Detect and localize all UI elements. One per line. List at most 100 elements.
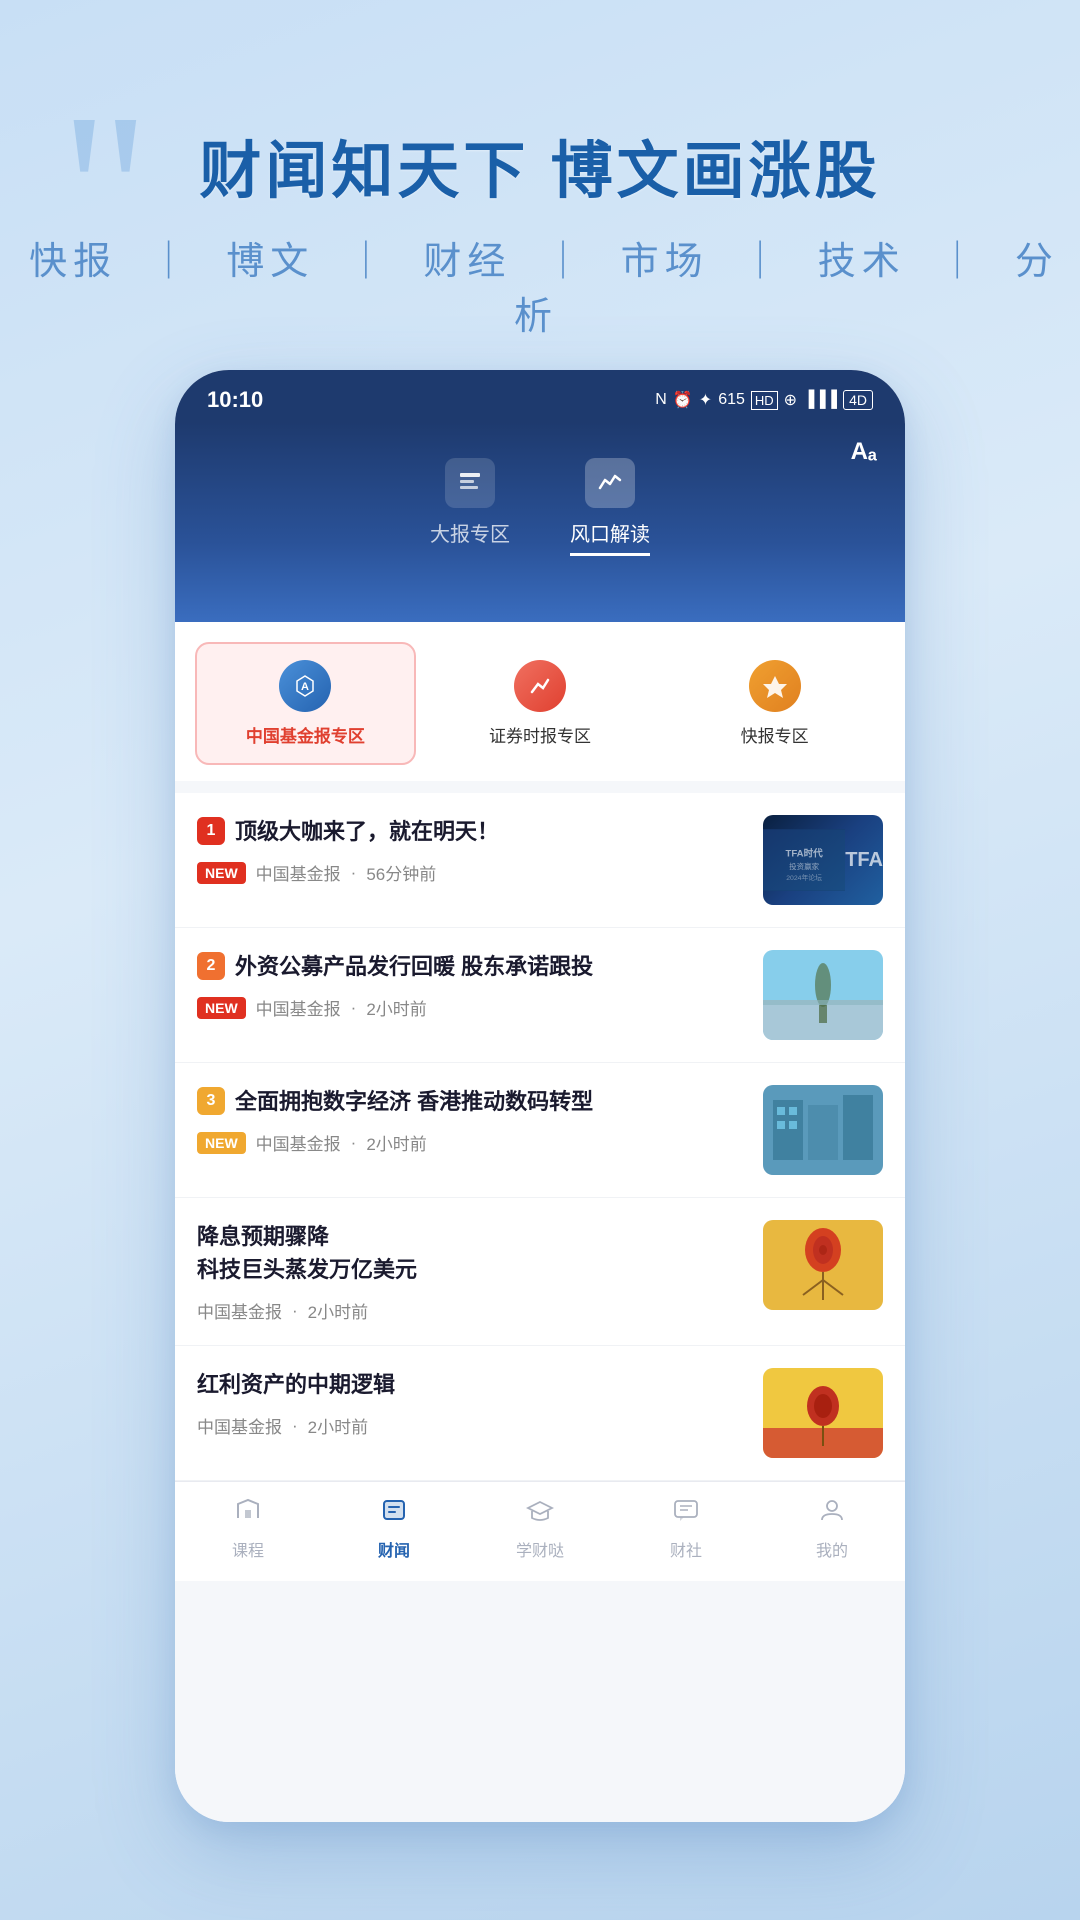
jijin-icon: A (279, 660, 331, 712)
status-icons: N ⏰ ✦ 615 HD ⊕ ▐▐▐ 4D (655, 390, 873, 410)
status-bar: 10:10 N ⏰ ✦ 615 HD ⊕ ▐▐▐ 4D (175, 370, 905, 422)
phone-content: A 中国基金报专区 证券时报专区 快报专区 (175, 622, 905, 1822)
news-item-3[interactable]: 3 全面拥抱数字经济 香港推动数码转型 NEW 中国基金报 · 2小时前 (175, 1063, 905, 1198)
news-time-2: 2小时前 (366, 995, 426, 1020)
phone-mockup: 10:10 N ⏰ ✦ 615 HD ⊕ ▐▐▐ 4D Aₐ (175, 370, 905, 1822)
news-source-4: 中国基金报 (197, 1298, 282, 1323)
svg-text:2024年论坛: 2024年论坛 (786, 873, 822, 882)
news-source-2: 中国基金报 (256, 995, 341, 1020)
nav-caiwen[interactable]: 财闻 (321, 1496, 467, 1561)
news-thumb-4 (763, 1220, 883, 1310)
news-thumb-3 (763, 1085, 883, 1175)
news-source-3: 中国基金报 (256, 1130, 341, 1155)
news-main-1: 1 顶级大咖来了，就在明天！ NEW 中国基金报 · 56分钟前 (197, 815, 747, 885)
news-item-4[interactable]: 降息预期骤降科技巨头蒸发万亿美元 中国基金报 · 2小时前 (175, 1198, 905, 1346)
daibao-label: 大报专区 (430, 518, 510, 547)
header-nav-tabs: 大报专区 风口解读 (199, 438, 881, 556)
subtitle-sep2: ｜ (347, 241, 391, 283)
news-title-row-2: 2 外资公募产品发行回暖 股东承诺跟投 (197, 950, 747, 983)
category-tabs: A 中国基金报专区 证券时报专区 快报专区 (175, 622, 905, 781)
nav-study[interactable]: 学财哒 (467, 1496, 613, 1561)
news-meta-1: NEW 中国基金报 · 56分钟前 (197, 860, 747, 885)
cat-tab-jijin[interactable]: A 中国基金报专区 (195, 642, 416, 765)
news-rank-3: 3 (197, 1087, 225, 1115)
caiwen-icon (380, 1496, 408, 1531)
news-main-5: 红利资产的中期逻辑 中国基金报 · 2小时前 (197, 1368, 747, 1438)
news-title-5: 红利资产的中期逻辑 (197, 1368, 747, 1401)
bottom-nav: 课程 财闻 (175, 1481, 905, 1581)
fengkou-label: 风口解读 (570, 518, 650, 556)
kuaibao-icon (749, 660, 801, 712)
news-list: 1 顶级大咖来了，就在明天！ NEW 中国基金报 · 56分钟前 (175, 793, 905, 1481)
news-title-2: 外资公募产品发行回暖 股东承诺跟投 (235, 950, 747, 983)
nav-caisha-label: 财社 (670, 1537, 702, 1561)
news-title-row-4: 降息预期骤降科技巨头蒸发万亿美元 (197, 1220, 747, 1286)
news-item-1[interactable]: 1 顶级大咖来了，就在明天！ NEW 中国基金报 · 56分钟前 (175, 793, 905, 928)
svg-text:A: A (301, 681, 309, 693)
subtitle-sep3: ｜ (544, 241, 588, 283)
new-badge-2: NEW (197, 997, 246, 1019)
kuaibao-label: 快报专区 (741, 722, 809, 747)
nav-caisha[interactable]: 财社 (613, 1496, 759, 1561)
news-thumb-1: TFA时代 投资赢家 2024年论坛 (763, 815, 883, 905)
caisha-icon (672, 1496, 700, 1531)
subtitle-shichang: 市场 (621, 241, 709, 283)
news-title-3: 全面拥抱数字经济 香港推动数码转型 (235, 1085, 747, 1118)
news-main-3: 3 全面拥抱数字经济 香港推动数码转型 NEW 中国基金报 · 2小时前 (197, 1085, 747, 1155)
news-title-4: 降息预期骤降科技巨头蒸发万亿美元 (197, 1220, 747, 1286)
news-title-row-5: 红利资产的中期逻辑 (197, 1368, 747, 1401)
news-dot-1: · (351, 863, 357, 883)
tab-daibao[interactable]: 大报专区 (430, 458, 510, 556)
news-title-1: 顶级大咖来了，就在明天！ (235, 815, 747, 848)
network-speed: 615 (718, 391, 745, 409)
nav-mine[interactable]: 我的 (759, 1496, 905, 1561)
subtitle-sep1: ｜ (150, 241, 194, 283)
news-meta-2: NEW 中国基金报 · 2小时前 (197, 995, 747, 1020)
svg-text:投资赢家: 投资赢家 (789, 861, 820, 871)
status-time: 10:10 (207, 387, 263, 413)
news-main-4: 降息预期骤降科技巨头蒸发万亿美元 中国基金报 · 2小时前 (197, 1220, 747, 1323)
nav-mine-label: 我的 (816, 1537, 848, 1561)
news-time-5: 2小时前 (308, 1413, 368, 1438)
hd-icon: HD (751, 391, 778, 410)
news-dot-4: · (292, 1301, 298, 1321)
mine-icon (818, 1496, 846, 1531)
new-badge-3: NEW (197, 1132, 246, 1154)
news-rank-2: 2 (197, 952, 225, 980)
nav-course-label: 课程 (232, 1537, 264, 1561)
news-dot-5: · (292, 1416, 298, 1436)
hero-section: 财闻知天下 博文画涨股 快报 ｜ 博文 ｜ 财经 ｜ 市场 ｜ 技术 ｜ 分析 (0, 120, 1080, 340)
news-thumb-5 (763, 1368, 883, 1458)
subtitle-jishu: 技术 (818, 241, 906, 283)
cat-tab-kuaibao[interactable]: 快报专区 (664, 642, 885, 765)
cat-tab-zhengquan[interactable]: 证券时报专区 (430, 642, 651, 765)
news-rank-1: 1 (197, 817, 225, 845)
battery-icon: 4D (843, 390, 873, 410)
nav-study-label: 学财哒 (516, 1537, 564, 1561)
subtitle-kuaibao: 快报 (29, 241, 117, 283)
nav-course[interactable]: 课程 (175, 1496, 321, 1561)
alarm-icon: ⏰ (673, 390, 693, 410)
subtitle-caijing: 财经 (423, 241, 511, 283)
news-dot-2: · (351, 998, 357, 1018)
phone-header: Aₐ 大报专区 风口解读 (175, 422, 905, 622)
bluetooth-icon: ✦ (699, 390, 712, 410)
news-meta-4: 中国基金报 · 2小时前 (197, 1298, 747, 1323)
new-badge-1: NEW (197, 862, 246, 884)
zhengquan-label: 证券时报专区 (489, 722, 591, 747)
news-meta-3: NEW 中国基金报 · 2小时前 (197, 1130, 747, 1155)
news-thumb-2 (763, 950, 883, 1040)
subtitle-sep4: ｜ (741, 241, 785, 283)
news-source-5: 中国基金报 (197, 1413, 282, 1438)
font-size-icon[interactable]: Aₐ (851, 438, 877, 466)
jijin-label: 中国基金报专区 (246, 722, 365, 747)
news-main-2: 2 外资公募产品发行回暖 股东承诺跟投 NEW 中国基金报 · 2小时前 (197, 950, 747, 1020)
subtitle-sep5: ｜ (938, 241, 982, 283)
zhengquan-icon (514, 660, 566, 712)
news-item-2[interactable]: 2 外资公募产品发行回暖 股东承诺跟投 NEW 中国基金报 · 2小时前 (175, 928, 905, 1063)
svg-text:TFA时代: TFA时代 (785, 848, 823, 860)
news-title-row-1: 1 顶级大咖来了，就在明天！ (197, 815, 747, 848)
nav-caiwen-label: 财闻 (378, 1537, 410, 1561)
news-item-5[interactable]: 红利资产的中期逻辑 中国基金报 · 2小时前 (175, 1346, 905, 1481)
tab-fengkou[interactable]: 风口解读 (570, 458, 650, 556)
